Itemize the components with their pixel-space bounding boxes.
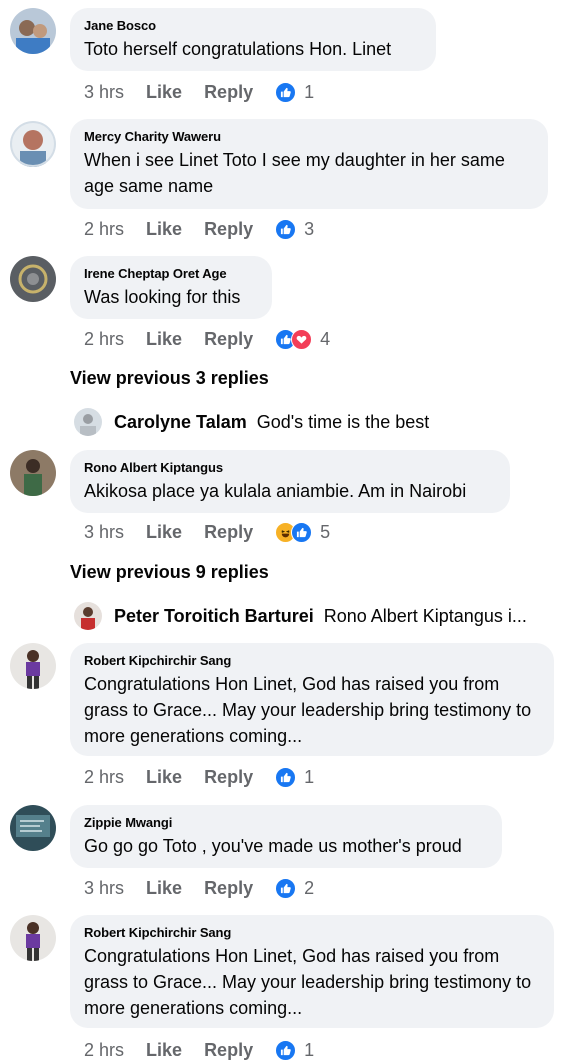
comment-actions: 2 hrs Like Reply 3 xyxy=(84,217,314,241)
like-button[interactable]: Like xyxy=(146,522,182,543)
reaction-count[interactable]: 3 xyxy=(304,219,314,240)
comment-time[interactable]: 3 hrs xyxy=(84,878,124,899)
like-reaction-icon xyxy=(291,521,313,543)
comment-actions: 3 hrs Like Reply 5 xyxy=(84,520,330,544)
reply-preview[interactable]: Peter Toroitich Barturei Rono Albert Kip… xyxy=(74,601,554,631)
avatar[interactable] xyxy=(10,256,56,302)
like-button[interactable]: Like xyxy=(146,767,182,788)
comment-author[interactable]: Robert Kipchirchir Sang xyxy=(84,925,540,941)
comment-author[interactable]: Mercy Charity Waweru xyxy=(84,129,534,145)
avatar[interactable] xyxy=(10,805,56,851)
avatar[interactable] xyxy=(10,121,56,167)
comment-text: Was looking for this xyxy=(84,287,241,307)
reply-button[interactable]: Reply xyxy=(204,329,253,350)
avatar[interactable] xyxy=(74,602,102,630)
love-reaction-icon xyxy=(291,328,313,350)
comment-bubble: Mercy Charity Waweru When i see Linet To… xyxy=(70,119,548,209)
like-button[interactable]: Like xyxy=(146,219,182,240)
comment-bubble: Jane Bosco Toto herself congratulations … xyxy=(70,8,436,71)
view-previous-replies-link[interactable]: View previous 3 replies xyxy=(70,368,269,389)
comment-actions: 2 hrs Like Reply 4 xyxy=(84,327,330,351)
avatar[interactable] xyxy=(10,643,56,689)
comment-bubble: Irene Cheptap Oret Age Was looking for t… xyxy=(70,256,272,319)
reply-snippet: Rono Albert Kiptangus i... xyxy=(323,605,527,626)
like-reaction-icon xyxy=(275,766,297,788)
comment-time[interactable]: 2 hrs xyxy=(84,219,124,240)
like-button[interactable]: Like xyxy=(146,82,182,103)
comment-author[interactable]: Robert Kipchirchir Sang xyxy=(84,653,540,669)
comment-actions: 2 hrs Like Reply 1 xyxy=(84,765,314,789)
reactions[interactable] xyxy=(275,877,297,899)
like-reaction-icon xyxy=(275,81,297,103)
comment-author[interactable]: Irene Cheptap Oret Age xyxy=(84,266,258,282)
reactions[interactable] xyxy=(275,766,297,788)
reaction-count[interactable]: 2 xyxy=(304,878,314,899)
avatar[interactable] xyxy=(74,408,102,436)
reply-button[interactable]: Reply xyxy=(204,82,253,103)
comment-text: Congratulations Hon Linet, God has raise… xyxy=(84,674,532,746)
like-button[interactable]: Like xyxy=(146,1040,182,1061)
reactions[interactable] xyxy=(275,81,297,103)
reactions[interactable] xyxy=(275,1039,297,1061)
comment-actions: 2 hrs Like Reply 1 xyxy=(84,1038,314,1062)
comment-actions: 3 hrs Like Reply 2 xyxy=(84,876,314,900)
reaction-count[interactable]: 1 xyxy=(304,82,314,103)
avatar[interactable] xyxy=(10,915,56,961)
comment-text: When i see Linet Toto I see my daughter … xyxy=(84,150,505,196)
comment-time[interactable]: 2 hrs xyxy=(84,1040,124,1061)
reactions[interactable] xyxy=(275,218,297,240)
reactions[interactable] xyxy=(275,521,313,543)
reaction-count[interactable]: 1 xyxy=(304,767,314,788)
reply-author[interactable]: Carolyne Talam xyxy=(114,412,247,433)
comment-author[interactable]: Jane Bosco xyxy=(84,18,422,34)
reply-button[interactable]: Reply xyxy=(204,1040,253,1061)
reply-button[interactable]: Reply xyxy=(204,522,253,543)
reply-button[interactable]: Reply xyxy=(204,878,253,899)
comment-text: Akikosa place ya kulala aniambie. Am in … xyxy=(84,481,467,501)
comment-time[interactable]: 3 hrs xyxy=(84,522,124,543)
reply-preview[interactable]: Carolyne Talam God's time is the best xyxy=(74,407,554,437)
like-reaction-icon xyxy=(275,1039,297,1061)
comment-time[interactable]: 2 hrs xyxy=(84,329,124,350)
comment-bubble: Robert Kipchirchir Sang Congratulations … xyxy=(70,643,554,756)
comment-bubble: Rono Albert Kiptangus Akikosa place ya k… xyxy=(70,450,510,513)
comment-text: Congratulations Hon Linet, God has raise… xyxy=(84,946,532,1018)
comment-time[interactable]: 3 hrs xyxy=(84,82,124,103)
reaction-count[interactable]: 5 xyxy=(320,522,330,543)
avatar[interactable] xyxy=(10,450,56,496)
comment-author[interactable]: Zippie Mwangi xyxy=(84,815,488,831)
view-previous-replies-link[interactable]: View previous 9 replies xyxy=(70,562,269,583)
like-reaction-icon xyxy=(275,218,297,240)
comment-author[interactable]: Rono Albert Kiptangus xyxy=(84,460,496,476)
comment-bubble: Robert Kipchirchir Sang Congratulations … xyxy=(70,915,554,1028)
comment-bubble: Zippie Mwangi Go go go Toto , you've mad… xyxy=(70,805,502,868)
reaction-count[interactable]: 4 xyxy=(320,329,330,350)
comment-time[interactable]: 2 hrs xyxy=(84,767,124,788)
comment-text: Go go go Toto , you've made us mother's … xyxy=(84,836,462,856)
comment-actions: 3 hrs Like Reply 1 xyxy=(84,80,314,104)
avatar[interactable] xyxy=(10,8,56,54)
reply-button[interactable]: Reply xyxy=(204,219,253,240)
reply-button[interactable]: Reply xyxy=(204,767,253,788)
comment-text: Toto herself congratulations Hon. Linet xyxy=(84,39,392,59)
reply-snippet: God's time is the best xyxy=(256,411,430,432)
reply-author[interactable]: Peter Toroitich Barturei xyxy=(114,606,314,627)
like-reaction-icon xyxy=(275,877,297,899)
like-button[interactable]: Like xyxy=(146,329,182,350)
like-button[interactable]: Like xyxy=(146,878,182,899)
reactions[interactable] xyxy=(275,328,313,350)
reaction-count[interactable]: 1 xyxy=(304,1040,314,1061)
